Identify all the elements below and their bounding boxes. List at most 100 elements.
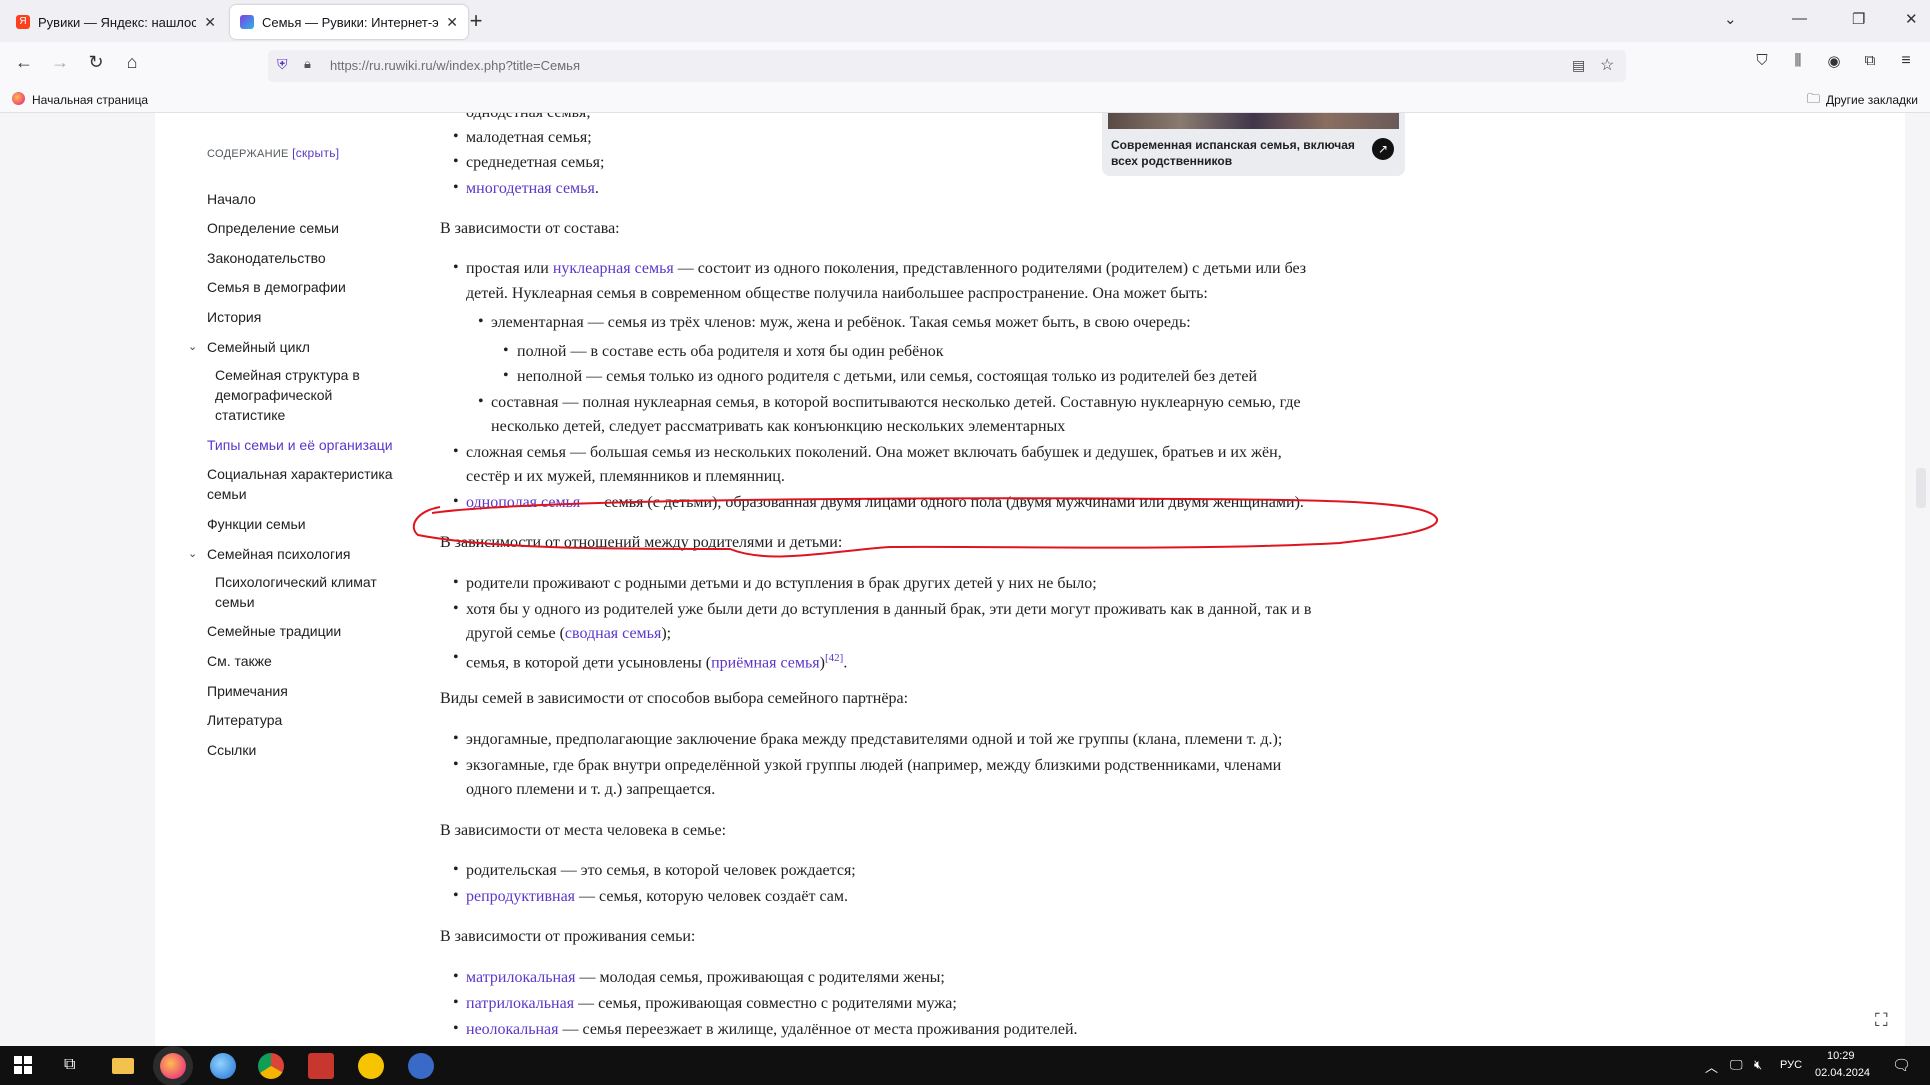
toc-item-demography[interactable]: Семья в демографии <box>207 277 346 297</box>
network-icon[interactable]: 🖵︎ <box>1730 1057 1743 1073</box>
toc-item-start[interactable]: Начало <box>207 189 256 209</box>
figure-caption-box[interactable]: Современная испанская семья, включая все… <box>1102 113 1405 176</box>
link-patrilocal[interactable]: патрилокальная <box>466 995 574 1012</box>
text: простая или <box>466 260 553 277</box>
reload-icon[interactable]: ↻ <box>84 52 108 73</box>
bullet: • <box>453 600 459 617</box>
toc-item-cycle-structure[interactable]: Семейная структура в демографической ста… <box>215 365 395 425</box>
notifications-icon[interactable]: 🗨︎ <box>1892 1056 1911 1074</box>
toc-hide-link[interactable]: [скрыть] <box>292 146 339 160</box>
lock-icon[interactable]: 🔒︎ <box>304 56 311 72</box>
tab-yandex-search[interactable]: Я Рувики — Яндекс: нашлось 4 тыс ✕ <box>6 5 226 39</box>
list-tabs-icon[interactable]: ⌄ <box>1724 10 1737 28</box>
toc-item-notes[interactable]: Примечания <box>207 681 288 701</box>
tray-chevron-icon[interactable]: ︿ <box>1705 1057 1718 1076</box>
toc-item-see-also[interactable]: См. также <box>207 651 272 671</box>
open-image-icon[interactable]: ↗ <box>1372 138 1394 160</box>
clock-date[interactable]: 02.04.2024 <box>1815 1067 1870 1079</box>
pocket-icon[interactable]: ⛉ <box>1750 52 1774 69</box>
scrollbar-thumb[interactable] <box>1916 468 1926 508</box>
toc-item-law[interactable]: Законодательство <box>207 248 326 268</box>
bullet: • <box>478 393 484 410</box>
restore-icon[interactable]: ❐ <box>1852 10 1865 28</box>
toc-item-functions[interactable]: Функции семьи <box>207 514 306 534</box>
close-tab-icon[interactable]: ✕ <box>204 14 216 31</box>
chevron-down-icon[interactable]: ⌄ <box>188 544 197 564</box>
link-large-family[interactable]: многодетная семья <box>466 180 595 197</box>
figure-caption: Современная испанская семья, включая все… <box>1111 138 1355 168</box>
toc-item-types[interactable]: Типы семьи и её организаци <box>207 435 407 455</box>
reference-42[interactable]: [42] <box>825 652 843 664</box>
toc-item-definition[interactable]: Определение семьи <box>207 218 339 238</box>
folder-icon: 🗀 <box>1807 91 1821 106</box>
toc-item-links[interactable]: Ссылки <box>207 740 256 760</box>
close-tab-icon[interactable]: ✕ <box>446 14 458 31</box>
account-icon[interactable]: ◉ <box>1822 52 1846 70</box>
link-reproductive[interactable]: репродуктивная <box>466 888 575 905</box>
toc-item-psychology[interactable]: ⌄ Семейная психология <box>188 544 351 564</box>
tab-title: Семья — Рувики: Интернет-энцик <box>262 14 439 30</box>
toc-item-traditions[interactable]: Семейные традиции <box>207 621 341 641</box>
bullet: • <box>478 313 484 330</box>
thunderbird-icon[interactable] <box>210 1053 236 1079</box>
tab-ruwiki-family[interactable]: Семья — Рувики: Интернет-энцик ✕ <box>230 5 468 39</box>
list-item-cont: несколько детей, следует рассматривать к… <box>491 418 1066 435</box>
family-photo[interactable] <box>1108 113 1399 129</box>
volume-muted-icon[interactable]: 🔇︎ <box>1754 1057 1762 1073</box>
address-bar[interactable]: ⛨ 🔒︎ https://ru.ruwiki.ru/w/index.php?ti… <box>268 50 1626 82</box>
list-item: многодетная семья. <box>466 176 599 201</box>
minimize-icon[interactable]: — <box>1792 10 1807 27</box>
windows-taskbar: ⧉ ︿ 🖵︎ 🔇︎ РУС 10:29 02.04.2024 🗨︎ <box>0 1046 1930 1085</box>
close-window-icon[interactable]: ✕ <box>1905 10 1918 28</box>
link-nuclear-family[interactable]: нуклеарная семья <box>553 260 674 277</box>
chevron-down-icon[interactable]: ⌄ <box>188 337 197 357</box>
link-foster-family[interactable]: приёмная семья <box>711 654 820 671</box>
1c-icon[interactable] <box>358 1053 384 1079</box>
chrome-icon[interactable] <box>258 1053 284 1079</box>
language-indicator[interactable]: РУС <box>1780 1059 1802 1071</box>
bullet: • <box>453 887 459 904</box>
list-item-cont: сестёр и их мужей, племянников и племянн… <box>466 468 785 485</box>
list-item: хотя бы у одного из родителей уже были д… <box>466 601 1312 618</box>
yandex-browser-icon[interactable] <box>408 1053 434 1079</box>
toc-item-history[interactable]: История <box>207 307 261 327</box>
list-item: однодетная семья; <box>466 113 591 125</box>
bullet: • <box>453 1020 459 1037</box>
url-text[interactable]: https://ru.ruwiki.ru/w/index.php?title=С… <box>330 58 580 73</box>
link-neolocal[interactable]: неолокальная <box>466 1021 559 1038</box>
clock-time[interactable]: 10:29 <box>1827 1050 1855 1062</box>
toc-item-psych-climate[interactable]: Психологический климат семьи <box>215 572 395 612</box>
app-x-icon[interactable] <box>308 1053 334 1079</box>
link-blended-family[interactable]: сводная семья <box>565 625 661 642</box>
library-icon[interactable]: ⫼ <box>1786 52 1810 69</box>
toc-item-label: Семейная психология <box>207 546 351 562</box>
bullet: • <box>453 443 459 460</box>
task-view-icon[interactable]: ⧉ <box>64 1056 75 1074</box>
toc-item-social[interactable]: Социальная характеристика семьи <box>207 464 412 504</box>
new-tab-button[interactable]: + <box>464 8 488 34</box>
extensions-icon[interactable]: ⧉ <box>1858 52 1882 69</box>
reader-view-icon[interactable]: ▤ <box>1572 57 1585 74</box>
forward-icon[interactable]: → <box>48 52 72 73</box>
ruwiki-icon <box>240 15 254 29</box>
menu-icon[interactable]: ≡ <box>1894 52 1918 70</box>
back-icon[interactable]: ← <box>12 52 36 73</box>
tab-title: Рувики — Яндекс: нашлось 4 тыс <box>38 14 197 30</box>
shield-icon[interactable]: ⛨ <box>277 56 288 73</box>
link-matrilocal[interactable]: матрилокальная <box>466 969 576 986</box>
paragraph-place: В зависимости от места человека в семье: <box>440 822 727 839</box>
toc-item-literature[interactable]: Литература <box>207 710 282 730</box>
fullscreen-icon[interactable]: ⛶ <box>1875 1010 1888 1031</box>
list-item: репродуктивная — семья, которую человек … <box>466 884 848 909</box>
bookmark-star-icon[interactable]: ☆ <box>1600 55 1614 75</box>
file-explorer-icon[interactable] <box>112 1058 134 1074</box>
windows-start-icon[interactable] <box>14 1056 32 1074</box>
home-icon[interactable]: ⌂ <box>120 52 144 73</box>
bullet: • <box>453 259 459 276</box>
text: другой семье ( <box>466 625 565 642</box>
firefox-taskbar-icon[interactable] <box>160 1053 186 1079</box>
bookmark-home[interactable]: Начальная страница <box>32 93 148 107</box>
toc-item-cycle[interactable]: ⌄ Семейный цикл <box>188 337 310 357</box>
list-item: малодетная семья; <box>466 129 592 146</box>
bookmark-other[interactable]: Другие закладки <box>1826 93 1918 107</box>
